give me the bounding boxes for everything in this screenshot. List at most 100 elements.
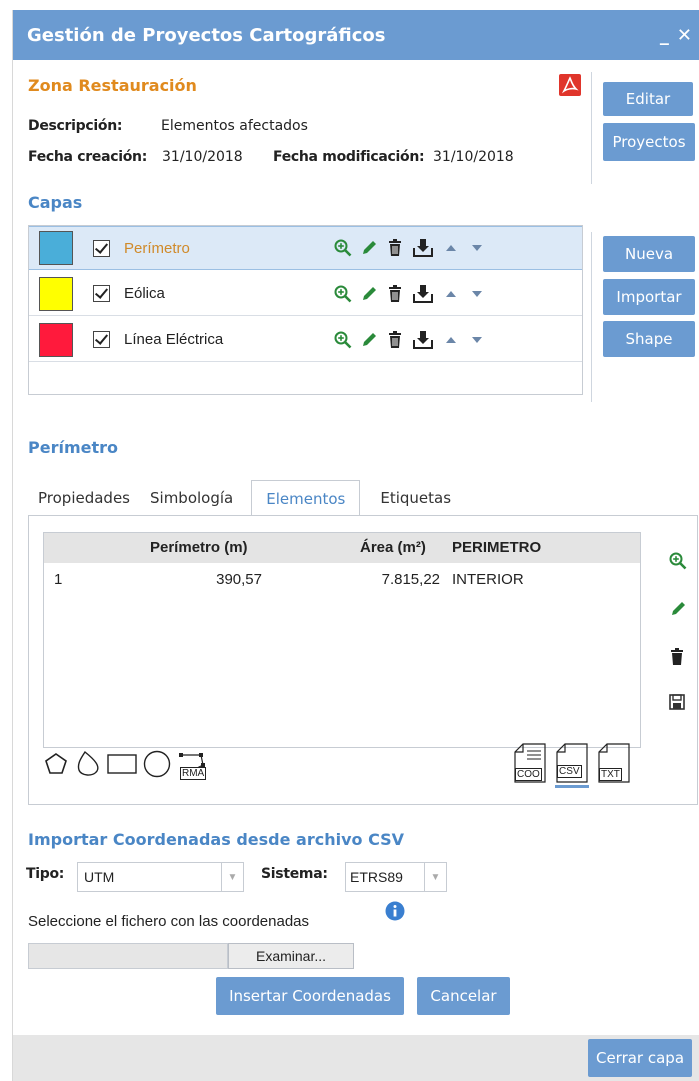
layers-title: Capas [28, 193, 83, 212]
trash-icon[interactable] [386, 239, 404, 257]
format-tools: COO CSV TXT [513, 743, 631, 788]
layer-visible-checkbox[interactable] [93, 239, 110, 257]
trash-icon[interactable] [386, 330, 404, 349]
column-header-type[interactable]: PERIMETRO [452, 533, 541, 563]
polygon-icon[interactable] [43, 751, 69, 781]
row-id: 1 [54, 571, 63, 588]
download-icon[interactable] [412, 330, 434, 349]
rma-icon[interactable]: RMA [177, 751, 207, 781]
trash-icon[interactable] [386, 284, 404, 303]
modified-label: Fecha modificación: [273, 149, 425, 165]
file-path-field[interactable] [28, 943, 228, 969]
divider [591, 232, 592, 402]
description-label: Descripción: [28, 118, 123, 134]
project-name: Zona Restauración [28, 76, 197, 95]
created-label: Fecha creación: [28, 149, 148, 165]
elements-table: Perímetro (m) Área (m²) PERIMETRO 1 390,… [43, 532, 641, 748]
txt-format-label: TXT [599, 768, 622, 781]
delete-element-icon[interactable] [669, 648, 685, 670]
txt-format-icon[interactable]: TXT [597, 743, 631, 783]
layer-color-swatch[interactable] [39, 276, 73, 311]
zoom-icon[interactable] [334, 331, 352, 349]
file-hint: Seleccione el fichero con las coordenada… [28, 913, 310, 930]
close-layer-button[interactable]: Cerrar capa [588, 1039, 692, 1077]
insert-coordinates-button[interactable]: Insertar Coordenadas [216, 977, 404, 1015]
file-picker: Examinar... [28, 943, 368, 969]
created-value: 31/10/2018 [162, 149, 243, 165]
table-header: Perímetro (m) Área (m²) PERIMETRO [44, 533, 640, 563]
tab-propiedades[interactable]: Propiedades [28, 480, 140, 516]
minimize-icon[interactable]: _ [660, 25, 669, 46]
browse-button[interactable]: Examinar... [228, 943, 354, 969]
edit-pencil-icon[interactable] [360, 285, 378, 303]
layer-visible-checkbox[interactable] [93, 331, 110, 348]
layer-detail-title: Perímetro [28, 438, 119, 457]
row-perimeter: 390,57 [216, 571, 262, 588]
shape-button[interactable]: Shape [603, 321, 695, 357]
rectangle-icon[interactable] [107, 753, 137, 779]
divider [591, 72, 592, 184]
modified-value: 31/10/2018 [433, 149, 514, 165]
description-value: Elementos afectados [161, 118, 308, 134]
tab-simbologia[interactable]: Simbología [140, 480, 243, 516]
type-select[interactable]: UTM ▼ [77, 862, 244, 892]
table-row[interactable]: 1 390,57 7.815,22 INTERIOR [44, 565, 640, 593]
layer-row-eolica[interactable]: Eólica [29, 272, 582, 316]
project-manager-window: Gestión de Proyectos Cartográficos _ ✕ Z… [12, 10, 699, 1081]
layers-list: Perímetro Eólica Línea Eléctrica [28, 225, 583, 395]
close-icon[interactable]: ✕ [677, 25, 692, 46]
move-down-icon[interactable] [468, 285, 486, 303]
csv-format-label: CSV [557, 765, 582, 778]
layer-color-swatch[interactable] [39, 231, 73, 265]
pdf-icon[interactable] [559, 74, 581, 100]
window-title: Gestión de Proyectos Cartográficos [27, 24, 386, 46]
download-icon[interactable] [412, 284, 434, 303]
chevron-down-icon[interactable]: ▼ [424, 863, 446, 891]
row-type: INTERIOR [452, 571, 524, 588]
layer-name[interactable]: Perímetro [124, 240, 334, 257]
coo-format-icon[interactable]: COO [513, 743, 547, 783]
csv-format-icon[interactable]: CSV [555, 743, 589, 788]
tab-elementos[interactable]: Elementos [251, 480, 361, 516]
system-select-value: ETRS89 [350, 869, 403, 885]
edit-element-icon[interactable] [669, 600, 687, 622]
new-layer-button[interactable]: Nueva [603, 236, 695, 272]
move-down-icon[interactable] [468, 331, 486, 349]
import-layer-button[interactable]: Importar [603, 279, 695, 315]
layer-row-perimetro[interactable]: Perímetro [29, 226, 582, 270]
system-label: Sistema: [261, 866, 328, 882]
cancel-button[interactable]: Cancelar [417, 977, 510, 1015]
move-up-icon[interactable] [442, 331, 460, 349]
info-icon[interactable] [385, 901, 405, 925]
download-icon[interactable] [412, 239, 434, 257]
layer-row-linea-electrica[interactable]: Línea Eléctrica [29, 318, 582, 362]
draw-tools: RMA [43, 750, 207, 782]
type-select-value: UTM [84, 869, 115, 885]
tab-etiquetas[interactable]: Etiquetas [370, 480, 461, 516]
zoom-element-icon[interactable] [669, 552, 687, 574]
column-header-area[interactable]: Área (m²) [360, 533, 426, 563]
move-down-icon[interactable] [468, 239, 486, 257]
column-header-perimeter[interactable]: Perímetro (m) [150, 533, 248, 563]
edit-button[interactable]: Editar [603, 82, 693, 116]
projects-button[interactable]: Proyectos [603, 123, 695, 161]
zoom-icon[interactable] [334, 285, 352, 303]
edit-pencil-icon[interactable] [360, 331, 378, 349]
layer-color-swatch[interactable] [39, 322, 73, 357]
zoom-icon[interactable] [334, 239, 352, 257]
freehand-icon[interactable] [75, 750, 101, 782]
move-up-icon[interactable] [442, 285, 460, 303]
layer-name[interactable]: Eólica [124, 285, 334, 302]
move-up-icon[interactable] [442, 239, 460, 257]
layer-tabs: Propiedades Simbología Elementos Etiquet… [28, 480, 461, 516]
edit-pencil-icon[interactable] [360, 239, 378, 257]
circle-icon[interactable] [143, 750, 171, 782]
chevron-down-icon[interactable]: ▼ [221, 863, 243, 891]
system-select[interactable]: ETRS89 ▼ [345, 862, 447, 892]
coo-format-label: COO [515, 768, 542, 781]
save-element-icon[interactable] [669, 694, 685, 714]
rma-label: RMA [180, 767, 207, 780]
title-bar: Gestión de Proyectos Cartográficos _ ✕ [13, 10, 699, 60]
layer-name[interactable]: Línea Eléctrica [124, 331, 334, 348]
layer-visible-checkbox[interactable] [93, 285, 110, 302]
